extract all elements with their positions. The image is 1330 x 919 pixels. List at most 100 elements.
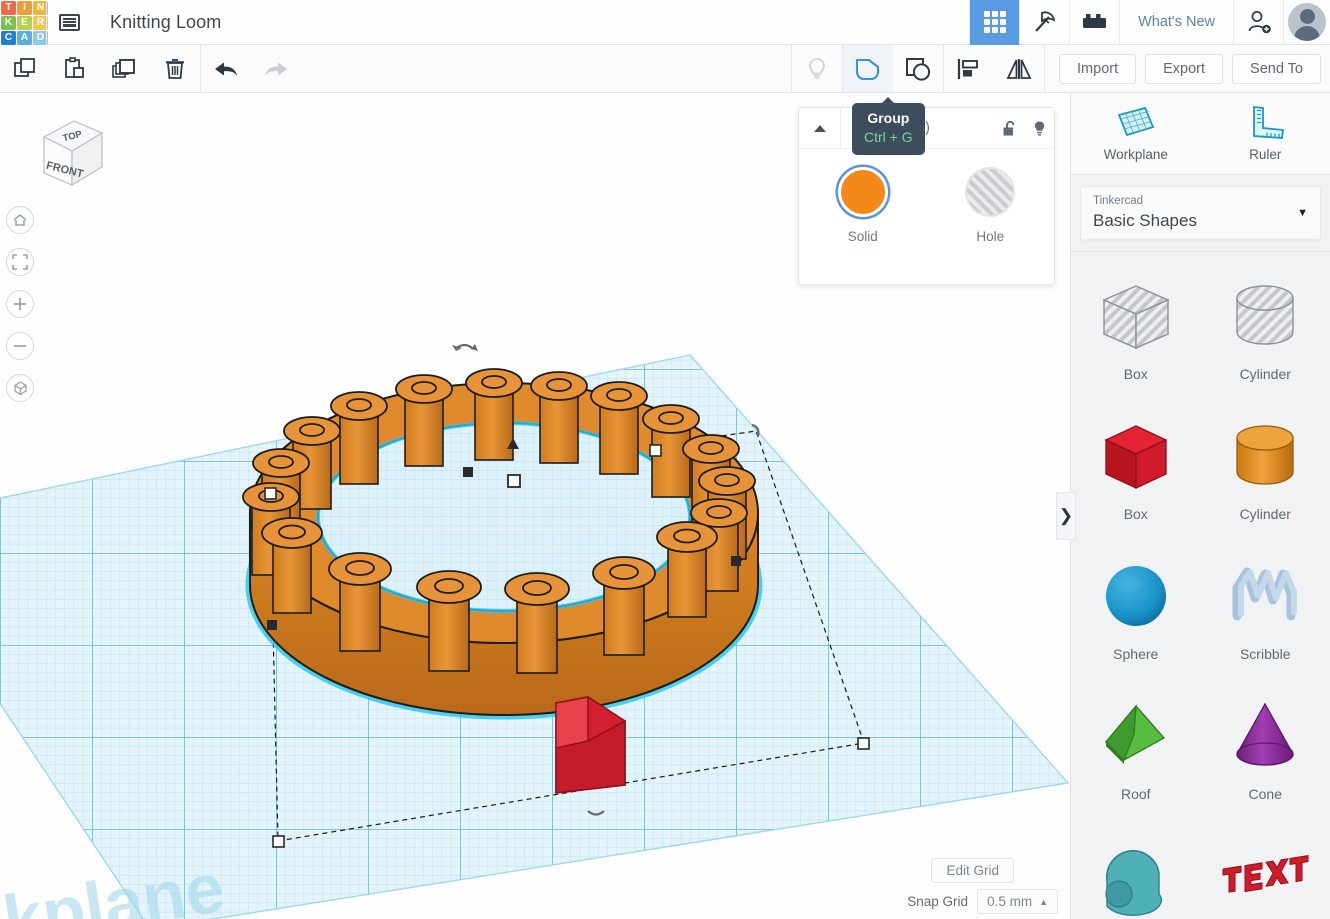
shape-row-partial <box>1070 830 1330 919</box>
snap-grid-control: Snap Grid 0.5 mm ▲ <box>907 889 1058 914</box>
codeblocks-button[interactable] <box>1019 0 1069 45</box>
paste-button[interactable] <box>50 45 100 92</box>
ortho-cube-icon <box>13 380 27 395</box>
view-mode-button[interactable] <box>6 374 34 402</box>
home-icon <box>13 214 27 226</box>
tooltip-shortcut: Ctrl + G <box>864 128 913 145</box>
home-view-button[interactable] <box>6 206 34 234</box>
highlight-bulb-button[interactable] <box>1024 108 1054 148</box>
invite-people-button[interactable] <box>1233 0 1283 45</box>
top-bar-actions: What's New <box>969 0 1330 45</box>
cylinder-orange-thumbnail <box>1223 412 1307 500</box>
collapse-panel-button[interactable] <box>799 108 841 148</box>
shape-properties-panel: Shapes(20) Solid <box>798 107 1055 285</box>
hole-swatch <box>965 167 1016 217</box>
shape-cylinder-orange[interactable]: Cylinder <box>1201 400 1330 540</box>
lightbulb-icon <box>1034 120 1044 136</box>
mirror-button[interactable] <box>994 45 1044 92</box>
avatar <box>1288 3 1326 41</box>
edit-toolbar: Import Export Send To <box>0 45 1330 93</box>
ruler-icon <box>1253 105 1285 139</box>
shape-round-roof[interactable] <box>1070 830 1200 919</box>
solid-option[interactable]: Solid <box>799 167 927 244</box>
solid-label: Solid <box>847 229 878 244</box>
roof-thumbnail <box>1094 692 1178 780</box>
duplicate-button[interactable] <box>100 45 150 92</box>
shape-roof[interactable]: Roof <box>1071 680 1201 820</box>
cone-thumbnail <box>1223 692 1307 780</box>
shape-label: Sphere <box>1113 646 1159 662</box>
pickaxe-icon <box>1034 11 1055 32</box>
zoom-in-button[interactable] <box>6 290 34 318</box>
copy-icon <box>14 57 35 77</box>
shape-panel-header: Shapes(20) <box>799 108 1054 149</box>
group-button[interactable] <box>843 45 894 92</box>
delete-button[interactable] <box>150 45 200 92</box>
snap-grid-select[interactable]: 0.5 mm ▲ <box>977 889 1058 914</box>
redo-button[interactable] <box>251 45 301 92</box>
whats-new-link[interactable]: What's New <box>1119 0 1233 45</box>
ungroup-button[interactable] <box>893 45 943 92</box>
hole-label: Hole <box>976 229 1005 244</box>
import-button[interactable]: Import <box>1059 53 1137 84</box>
blocks-button[interactable] <box>1069 0 1119 45</box>
shape-text[interactable] <box>1200 830 1330 919</box>
logo-tile-t: T <box>1 0 16 15</box>
shape-cylinder-hole[interactable]: Cylinder <box>1201 260 1330 400</box>
gallery-grid-icon <box>983 11 1006 33</box>
align-button[interactable] <box>944 45 994 92</box>
undo-arrow-icon <box>215 62 237 76</box>
scribble-thumbnail <box>1223 552 1307 640</box>
fit-to-view-button[interactable] <box>6 248 34 276</box>
shape-library-select[interactable]: Tinkercad Basic Shapes ▼ <box>1080 186 1321 240</box>
tinkercad-logo[interactable]: T I N K E R C A D <box>0 0 48 45</box>
shape-box-hole[interactable]: Box <box>1071 260 1201 400</box>
snap-grid-label: Snap Grid <box>907 894 969 909</box>
shape-cone[interactable]: Cone <box>1201 680 1330 820</box>
library-vendor: Tinkercad <box>1093 194 1144 207</box>
cylinder-hole-thumbnail <box>1223 272 1307 360</box>
shape-label: Cone <box>1248 786 1282 802</box>
shape-scribble[interactable]: Scribble <box>1201 540 1330 680</box>
ruler-tool-label: Ruler <box>1249 147 1282 162</box>
round-roof-thumbnail <box>1105 850 1162 916</box>
ruler-tool[interactable]: Ruler <box>1201 93 1330 174</box>
project-list-button[interactable] <box>46 0 92 45</box>
edit-grid-button[interactable]: Edit Grid <box>931 858 1014 883</box>
shape-box-red[interactable]: Box <box>1071 400 1201 540</box>
shape-row: Sphere Scribble <box>1071 540 1330 680</box>
ungroup-shape-icon <box>906 57 931 81</box>
export-button[interactable]: Export <box>1145 53 1224 84</box>
workplane-tool[interactable]: Workplane <box>1071 93 1201 174</box>
shape-fill-options: Solid Hole <box>799 149 1054 244</box>
shape-grid: Box Cylinder Box Cylinder Sphere Scribbl… <box>1071 251 1330 820</box>
shape-label: Box <box>1123 366 1148 382</box>
plus-icon <box>14 298 26 310</box>
shape-label: Cylinder <box>1239 366 1291 382</box>
user-menu-button[interactable] <box>1283 0 1330 45</box>
copy-button[interactable] <box>0 45 50 92</box>
hint-lightbulb-button[interactable] <box>792 45 842 92</box>
shapes-library-panel: Workplane Ruler Tinkercad Basic Shapes ▼ <box>1070 93 1330 919</box>
file-actions: Import Export Send To <box>1045 53 1330 84</box>
send-to-button[interactable]: Send To <box>1232 53 1321 84</box>
add-person-icon <box>1248 11 1271 34</box>
list-document-icon <box>59 13 80 31</box>
lock-toggle-button[interactable] <box>994 108 1024 148</box>
gallery-grid-button[interactable] <box>969 0 1020 45</box>
shape-row: Box Cylinder <box>1071 400 1330 540</box>
page-title: Knitting Loom <box>110 11 222 32</box>
trash-icon <box>166 58 184 79</box>
hole-option[interactable]: Hole <box>927 167 1055 244</box>
view-cube[interactable]: TOP FRONT <box>26 111 106 195</box>
logo-tile-k: K <box>1 15 16 30</box>
brick-icon <box>1082 14 1106 28</box>
mirror-icon <box>1006 58 1032 79</box>
zoom-out-button[interactable] <box>6 332 34 360</box>
snap-grid-value: 0.5 mm <box>987 894 1033 909</box>
undo-button[interactable] <box>201 45 251 92</box>
panel-toggle-button[interactable]: ❯ <box>1056 492 1076 540</box>
shape-sphere[interactable]: Sphere <box>1071 540 1201 680</box>
sphere-thumbnail <box>1094 552 1178 640</box>
panel-tools: Workplane Ruler <box>1071 93 1330 175</box>
